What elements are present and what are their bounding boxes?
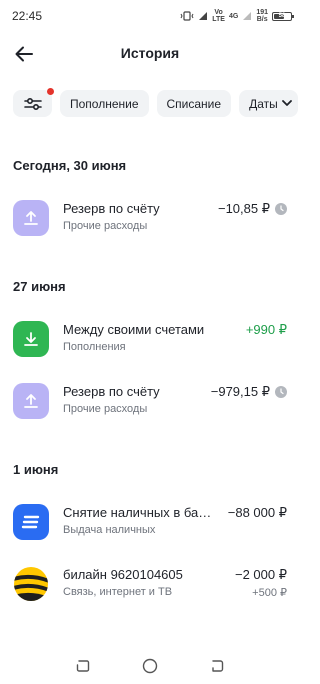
upload-arrow-icon <box>13 200 49 236</box>
section-title-today: Сегодня, 30 июня <box>13 158 127 173</box>
section-title-27-june: 27 июня <box>13 279 66 294</box>
bank-stripes-icon <box>13 504 49 540</box>
status-time: 22:45 <box>12 9 43 23</box>
active-filter-dot <box>47 88 54 95</box>
transaction-bonus: +500 ₽ <box>252 587 287 599</box>
transaction-amount: −2 000 ₽ <box>234 567 287 582</box>
transaction-amount: −10,85 ₽ <box>217 201 270 216</box>
transaction-row[interactable]: билайн 9620104605 Связь, интернет и ТВ −… <box>0 558 300 610</box>
transaction-category: Пополнения <box>63 341 126 353</box>
transaction-category: Выдача наличных <box>63 524 156 536</box>
battery-icon: 58 <box>272 11 294 21</box>
beeline-logo-icon <box>13 566 49 602</box>
section-title-1-june: 1 июня <box>13 462 59 477</box>
clock-icon <box>275 386 287 398</box>
transaction-amount: +990 ₽ <box>245 322 287 337</box>
transaction-title: Резерв по счёту <box>63 384 160 399</box>
filter-dates-label: Даты <box>249 96 278 111</box>
status-bar: 22:45 Vo LTE 4G 191 B/s 58 <box>0 0 300 32</box>
transaction-category: Связь, интернет и ТВ <box>63 586 173 598</box>
transaction-title: Между своими счетами <box>63 322 205 337</box>
home-button[interactable] <box>138 654 162 678</box>
recent-apps-icon <box>77 660 90 672</box>
chevron-down-icon <box>281 100 292 107</box>
transaction-title: билайн 9620104605 <box>63 567 183 582</box>
filter-topup-chip[interactable]: Пополнение <box>60 90 149 117</box>
signal-icon-secondary <box>243 12 252 20</box>
sliders-icon <box>23 97 42 110</box>
filter-dates-chip[interactable]: Даты <box>239 90 298 117</box>
battery-level: 58 <box>278 12 286 19</box>
transaction-title: Резерв по счёту <box>63 201 160 216</box>
filter-bar: Пополнение Списание Даты <box>13 88 298 117</box>
back-nav-icon <box>211 660 223 672</box>
vibrate-icon <box>180 11 194 21</box>
transaction-row[interactable]: Резерв по счёту Прочие расходы −979,15 ₽ <box>0 375 300 427</box>
recent-apps-button[interactable] <box>71 654 95 678</box>
back-nav-button[interactable] <box>205 654 229 678</box>
transaction-amount: −88 000 ₽ <box>227 505 287 520</box>
status-icons: Vo LTE 4G 191 B/s 58 <box>180 8 294 24</box>
volte-indicator: Vo LTE <box>212 9 225 23</box>
network-4g-indicator: 4G <box>228 12 239 20</box>
home-circle-icon <box>142 658 158 674</box>
transaction-row[interactable]: Между своими счетами Пополнения +990 ₽ <box>0 313 300 365</box>
app-header: История <box>0 32 300 76</box>
page-title: История <box>120 45 180 61</box>
network-speed: 191 B/s <box>256 9 268 23</box>
transaction-category: Прочие расходы <box>63 403 148 415</box>
filter-settings-button[interactable] <box>13 88 54 117</box>
transaction-row[interactable]: Резерв по счёту Прочие расходы −10,85 ₽ <box>0 192 300 244</box>
filter-withdraw-chip[interactable]: Списание <box>156 90 232 117</box>
transaction-category: Прочие расходы <box>63 220 148 232</box>
signal-icon <box>199 12 208 20</box>
clock-icon <box>275 203 287 215</box>
transaction-amount: −979,15 ₽ <box>210 384 270 399</box>
system-nav-bar <box>0 648 300 684</box>
transaction-title: Снятие наличных в банкомате <box>63 505 213 520</box>
upload-arrow-icon <box>13 383 49 419</box>
download-arrow-icon <box>13 321 49 357</box>
transaction-row[interactable]: Снятие наличных в банкомате Выдача налич… <box>0 496 300 548</box>
